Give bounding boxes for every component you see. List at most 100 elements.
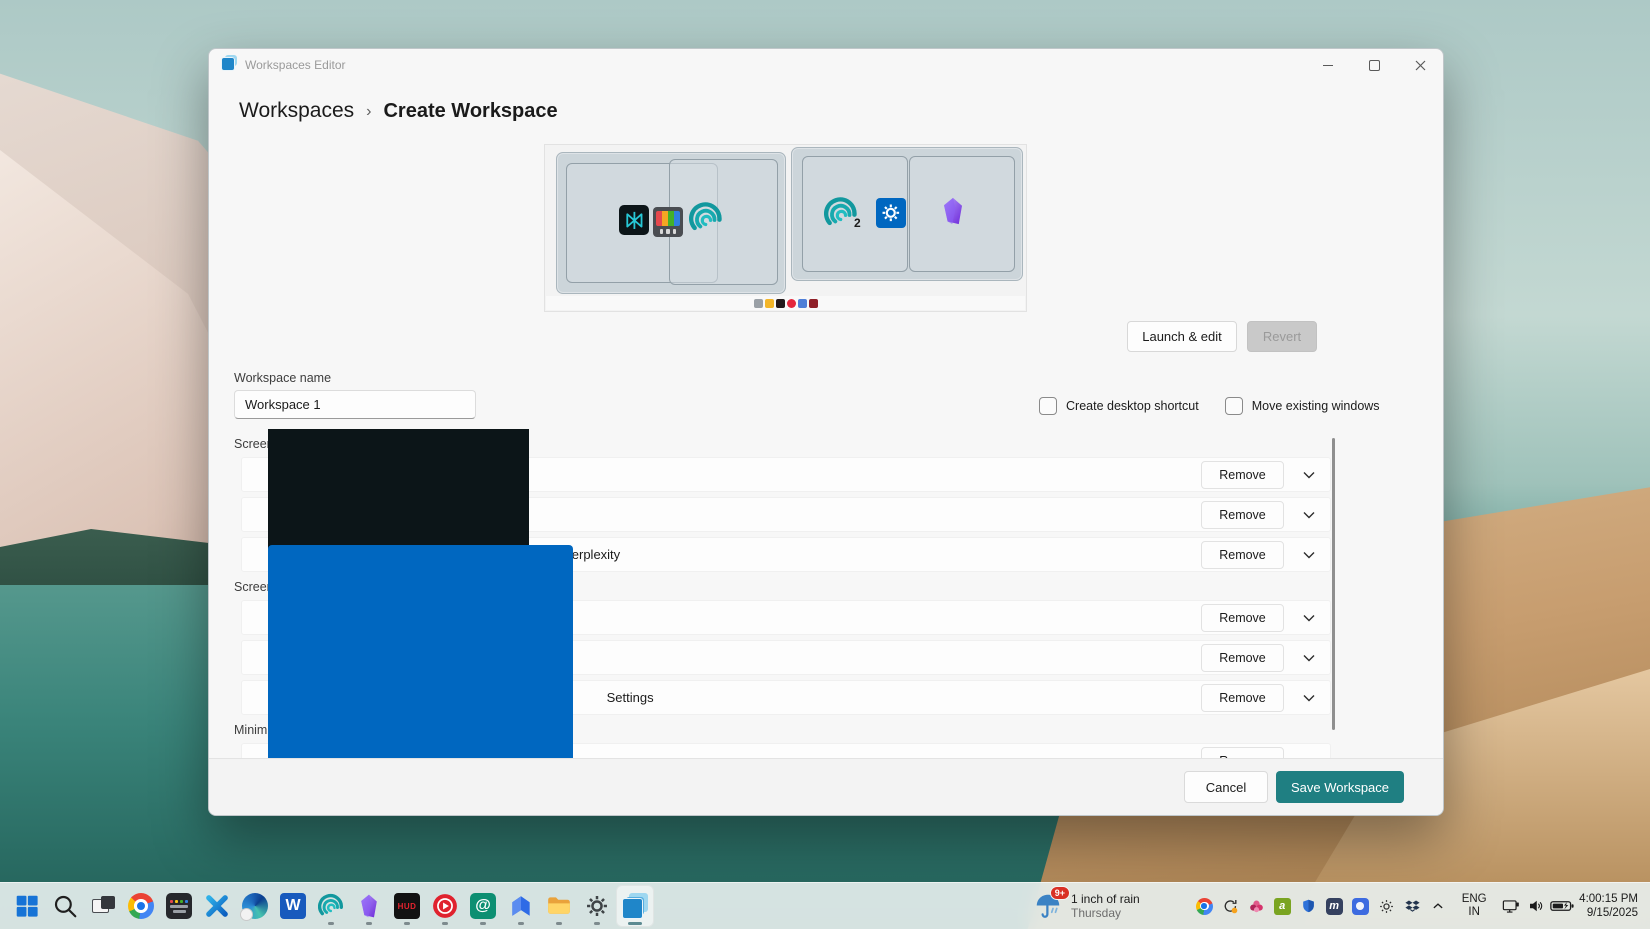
chevron-down-icon <box>1303 694 1315 702</box>
monitor-1-preview[interactable] <box>556 152 786 294</box>
obsidian-icon <box>938 196 968 226</box>
chevron-down-icon <box>1303 654 1315 662</box>
taskbar-espiral-button[interactable]: @ <box>464 885 502 927</box>
revert-button: Revert <box>1247 321 1317 352</box>
workspaces-icon <box>221 55 237 71</box>
taskbar-devboard-button[interactable] <box>160 885 198 927</box>
running-indicator <box>628 922 642 925</box>
gear-icon <box>584 893 610 919</box>
taskbar-workspaces-button[interactable] <box>616 885 654 927</box>
taskbar-start-button[interactable] <box>8 885 46 927</box>
tray-shield-button[interactable] <box>1295 886 1321 926</box>
maximize-button[interactable] <box>1351 49 1397 81</box>
expand-row-button[interactable] <box>1294 502 1324 528</box>
cancel-button[interactable]: Cancel <box>1184 771 1268 803</box>
taskbar-obsidian-button[interactable] <box>350 885 388 927</box>
tray-dropbox-button[interactable] <box>1399 886 1425 926</box>
move-existing-windows-checkbox[interactable] <box>1225 397 1243 415</box>
window-title: Workspaces Editor <box>245 58 345 72</box>
launch-edit-button[interactable]: Launch & edit <box>1127 321 1237 352</box>
comet-icon <box>689 201 723 235</box>
preview-app <box>653 207 683 237</box>
ytmusic-icon <box>432 893 458 919</box>
close-button[interactable] <box>1397 49 1443 81</box>
taskbar-search-button[interactable] <box>46 885 84 927</box>
expand-row-button[interactable] <box>1294 605 1324 631</box>
running-indicator <box>442 922 448 925</box>
taskbar-chrome-button[interactable] <box>122 885 160 927</box>
weather-widget[interactable]: 9+ 1 inch of rain Thursday <box>1033 883 1140 929</box>
taskbar-hud-button[interactable]: HUD <box>388 885 426 927</box>
weather-text: 1 inch of rain <box>1071 892 1140 906</box>
preview-app <box>876 198 906 228</box>
running-indicator <box>594 922 600 925</box>
remove-button[interactable]: Remove <box>1201 644 1284 672</box>
chrome-mini-icon <box>1196 898 1213 915</box>
remove-button[interactable]: Remove <box>1201 461 1284 489</box>
taskbar-bluemark-button[interactable] <box>502 885 540 927</box>
pink-app-icon <box>1248 898 1265 915</box>
winsettings-icon <box>876 198 906 228</box>
search-icon <box>52 893 78 919</box>
mini-hud-icon <box>776 299 785 308</box>
monitor-2-preview[interactable]: 2 <box>791 147 1023 281</box>
breadcrumb-workspaces[interactable]: Workspaces <box>239 99 354 123</box>
taskbar-explorer-button[interactable] <box>540 885 578 927</box>
expand-row-button[interactable] <box>1294 542 1324 568</box>
create-desktop-shortcut-option[interactable]: Create desktop shortcut <box>1039 397 1199 415</box>
display-cast-icon[interactable] <box>1497 886 1523 926</box>
explorer-icon <box>546 893 572 919</box>
language-switcher[interactable]: ENG IN <box>1453 893 1495 919</box>
breadcrumb-chevron-icon: › <box>366 103 371 121</box>
taskbar-xchange-button[interactable] <box>198 885 236 927</box>
expand-row-button[interactable] <box>1294 462 1324 488</box>
tray-chrome-mini-button[interactable] <box>1191 886 1217 926</box>
tray-m-app-button[interactable]: m <box>1321 886 1347 926</box>
tray-pink-app-button[interactable] <box>1243 886 1269 926</box>
volume-icon[interactable] <box>1523 886 1549 926</box>
preview-app <box>689 201 723 235</box>
breadcrumb: Workspaces › Create Workspace <box>239 99 558 123</box>
minimize-button[interactable] <box>1305 49 1351 81</box>
workspace-name-label: Workspace name <box>234 371 331 385</box>
remove-button[interactable]: Remove <box>1201 541 1284 569</box>
create-desktop-shortcut-checkbox[interactable] <box>1039 397 1057 415</box>
taskbar-word-button[interactable]: W <box>274 885 312 927</box>
app-row: SettingsRemove <box>241 680 1331 715</box>
clock[interactable]: 4:00:15 PM 9/15/2025 <box>1579 892 1638 920</box>
tray-blue-app-button[interactable] <box>1347 886 1373 926</box>
tray-sync-button[interactable] <box>1217 886 1243 926</box>
word-icon: W <box>280 893 306 919</box>
remove-button[interactable]: Remove <box>1201 501 1284 529</box>
app-name: Settings <box>607 690 1201 705</box>
titlebar[interactable]: Workspaces Editor <box>209 49 1443 81</box>
obsidian-icon <box>356 893 382 919</box>
taskbar-gear-button[interactable] <box>578 885 616 927</box>
expand-row-button[interactable] <box>1294 685 1324 711</box>
list-scrollbar[interactable] <box>1332 438 1335 730</box>
tray-green-a-button[interactable]: a <box>1269 886 1295 926</box>
move-existing-windows-option[interactable]: Move existing windows <box>1225 397 1380 415</box>
taskbar-edge-button[interactable] <box>236 885 274 927</box>
preview-mini-taskbar <box>546 296 1025 310</box>
taskbar-comet-button[interactable] <box>312 885 350 927</box>
edge-icon <box>242 893 268 919</box>
notification-count-badge: 9+ <box>1050 886 1070 900</box>
taskbar-ytmusic-button[interactable] <box>426 885 464 927</box>
perplexity-icon <box>619 205 649 235</box>
tray-chevron-up-button[interactable] <box>1425 886 1451 926</box>
tray-sun-button[interactable] <box>1373 886 1399 926</box>
battery-charging-icon[interactable] <box>1549 886 1575 926</box>
save-workspace-button[interactable]: Save Workspace <box>1276 771 1404 803</box>
expand-row-button[interactable] <box>1294 645 1324 671</box>
workspace-name-input[interactable] <box>234 390 476 419</box>
remove-button[interactable]: Remove <box>1201 604 1284 632</box>
preview-app <box>619 205 649 235</box>
mini-gear-icon <box>754 299 763 308</box>
remove-button[interactable]: Remove <box>1201 684 1284 712</box>
running-indicator <box>518 922 524 925</box>
weather-day: Thursday <box>1071 906 1140 920</box>
powertoys-icon <box>653 207 683 237</box>
taskbar-taskview-button[interactable] <box>84 885 122 927</box>
m-app-icon: m <box>1326 898 1343 915</box>
